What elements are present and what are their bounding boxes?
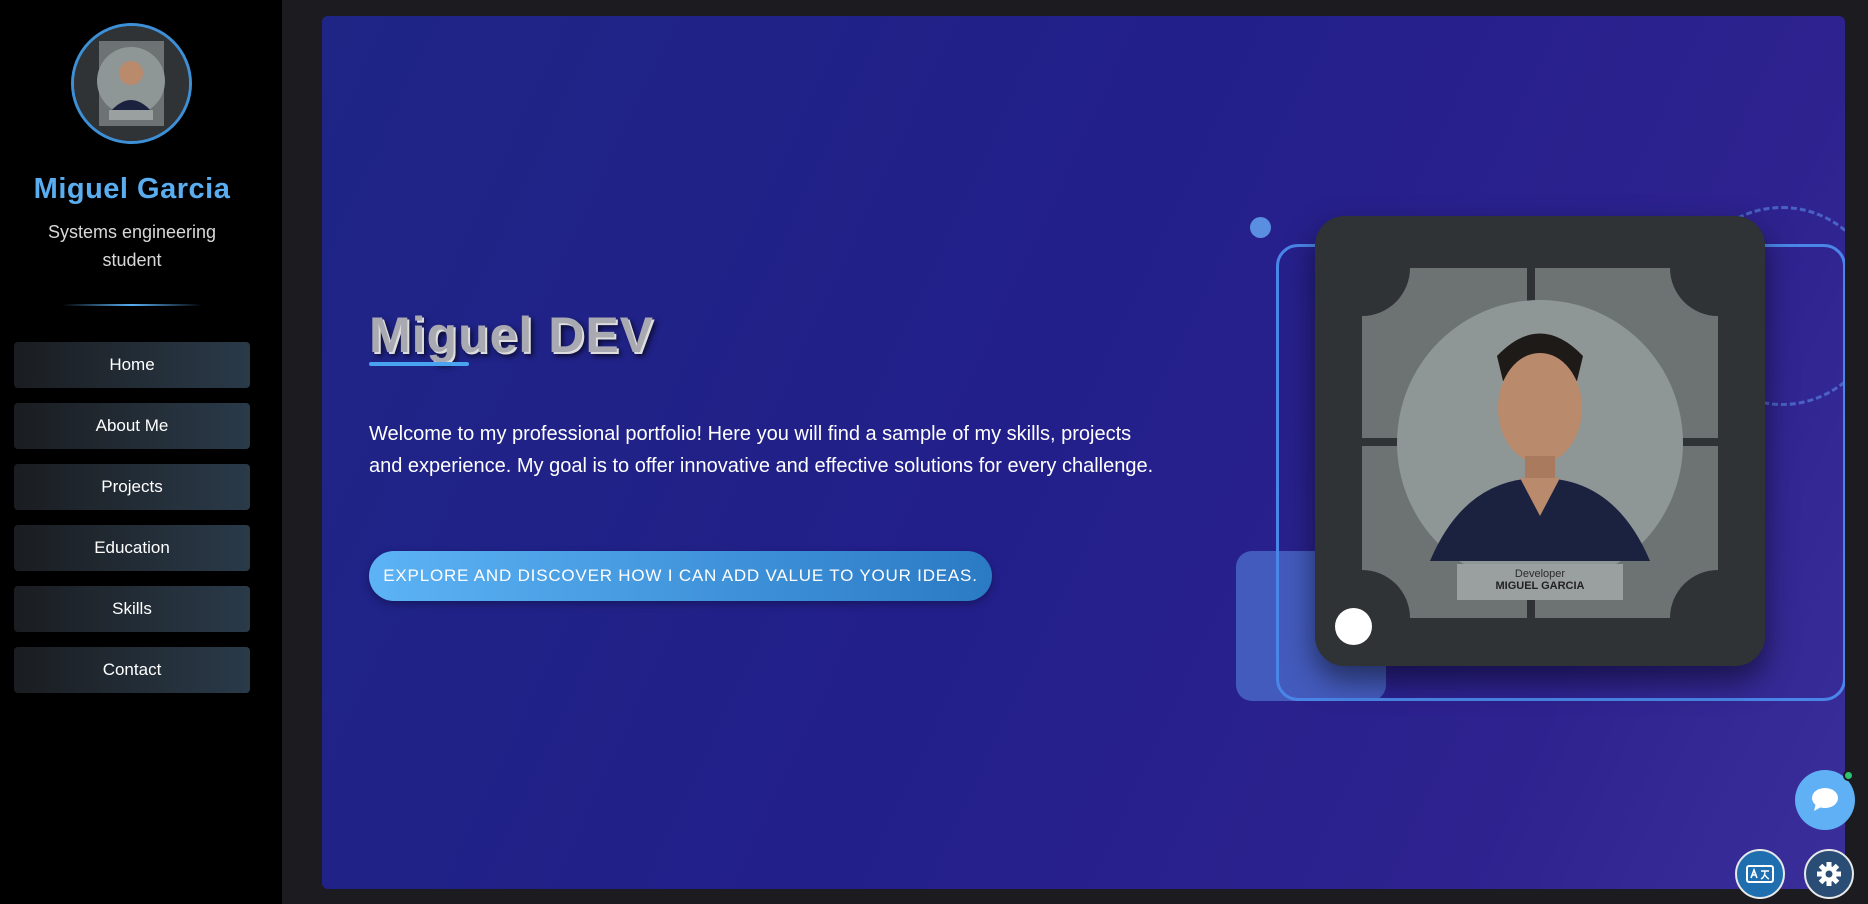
nav-item-skills[interactable]: Skills <box>14 586 250 632</box>
avatar-portrait-icon <box>74 26 189 141</box>
hero-title-underline <box>369 362 469 366</box>
nav-item-education[interactable]: Education <box>14 525 250 571</box>
decor-white-dot <box>1335 608 1372 645</box>
badge-role: Developer <box>1514 568 1566 580</box>
language-toggle-button[interactable] <box>1735 849 1785 899</box>
sidebar-role: Systems engineering student <box>47 222 217 270</box>
hero-section: Miguel DEV Welcome to my professional po… <box>322 16 1845 889</box>
hero-intro: Welcome to my professional portfolio! He… <box>369 423 1154 477</box>
nav-item-contact[interactable]: Contact <box>14 647 250 693</box>
nav-item-home[interactable]: Home <box>14 342 250 388</box>
decor-dot <box>1250 217 1271 238</box>
sidebar-name: Miguel Garcia <box>33 173 231 205</box>
chat-online-indicator <box>1843 770 1854 781</box>
sidebar-nav: Home About Me Projects Education Skills … <box>14 342 250 708</box>
gear-icon <box>1817 862 1841 886</box>
sidebar: Miguel Garcia Systems engineering studen… <box>0 0 282 904</box>
translate-icon <box>1746 865 1774 883</box>
profile-avatar <box>71 23 192 144</box>
sidebar-divider <box>62 304 202 306</box>
photo-badge-label: Developer MIGUEL GARCIA <box>1457 564 1623 600</box>
badge-name: MIGUEL GARCIA <box>1495 580 1585 592</box>
settings-button[interactable] <box>1804 849 1854 899</box>
hero-title: Miguel DEV <box>369 307 655 363</box>
profile-photo-card: Developer MIGUEL GARCIA <box>1315 216 1765 666</box>
nav-item-projects[interactable]: Projects <box>14 464 250 510</box>
explore-cta-button[interactable]: EXPLORE AND DISCOVER HOW I CAN ADD VALUE… <box>369 551 992 601</box>
nav-item-about-me[interactable]: About Me <box>14 403 250 449</box>
